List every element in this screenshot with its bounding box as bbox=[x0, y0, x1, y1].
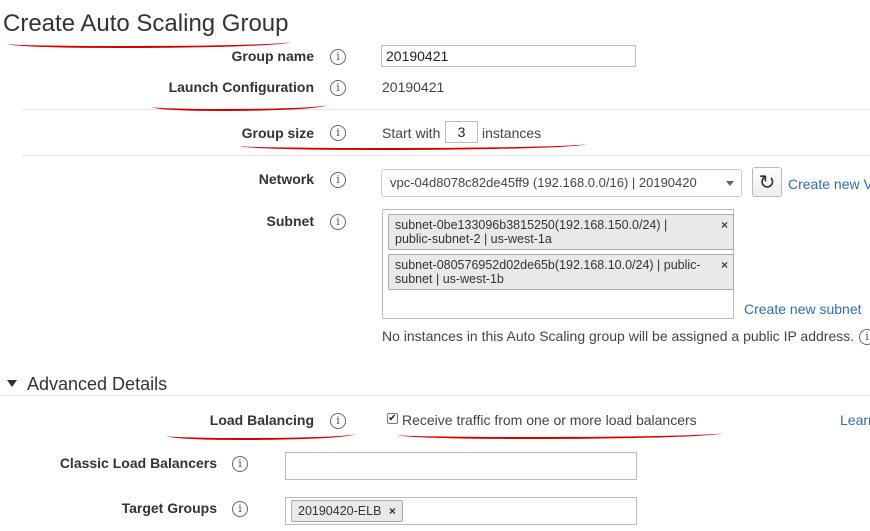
remove-icon[interactable]: × bbox=[389, 504, 396, 518]
subnet-info-icon[interactable]: i bbox=[330, 214, 346, 230]
create-new-subnet-link[interactable]: Create new subnet bbox=[744, 301, 862, 317]
target-group-tag: 20190420-ELB × bbox=[291, 500, 403, 522]
group-size-info-icon[interactable]: i bbox=[330, 125, 346, 141]
divider bbox=[22, 155, 870, 156]
remove-icon[interactable]: × bbox=[721, 258, 728, 272]
chevron-down-icon bbox=[726, 181, 734, 186]
refresh-icon: ↻ bbox=[758, 170, 776, 194]
classic-load-balancers-info-icon[interactable]: i bbox=[232, 456, 248, 472]
subnet-tag-line2: public-subnet-2 | us-west-1a bbox=[395, 232, 552, 246]
load-balancer-checkbox-label[interactable]: Receive traffic from one or more load ba… bbox=[402, 412, 697, 428]
group-size-prefix: Start with bbox=[382, 125, 441, 141]
subnet-multiselect[interactable]: subnet-0be133096b3815250(192.168.150.0/2… bbox=[382, 209, 734, 319]
remove-icon[interactable]: × bbox=[721, 218, 728, 232]
advanced-details-heading[interactable]: Advanced Details bbox=[27, 374, 167, 395]
subnet-tag-line1: subnet-0be133096b3815250(192.168.150.0/2… bbox=[395, 218, 668, 232]
group-name-label: Group name bbox=[231, 48, 314, 64]
group-size-label: Group size bbox=[241, 125, 314, 141]
page-title: Create Auto Scaling Group bbox=[3, 10, 289, 37]
annotation-underline bbox=[240, 140, 586, 150]
group-name-info-icon[interactable]: i bbox=[330, 49, 346, 65]
group-size-suffix: instances bbox=[482, 125, 542, 141]
target-groups-multiselect[interactable]: 20190420-ELB × bbox=[285, 497, 637, 525]
subnet-tag-line2: subnet | us-west-1b bbox=[395, 272, 504, 286]
classic-load-balancers-label: Classic Load Balancers bbox=[59, 455, 217, 471]
launch-configuration-value: 20190421 bbox=[382, 79, 445, 95]
subnet-tag: subnet-0be133096b3815250(192.168.150.0/2… bbox=[388, 214, 734, 250]
subnet-tag-line1: subnet-080576952d02de65b(192.168.10.0/24… bbox=[395, 258, 701, 272]
annotation-underline bbox=[167, 430, 354, 440]
load-balancer-checkbox[interactable]: ✔ bbox=[387, 413, 398, 424]
network-selected-value: vpc-04d8078c82de45ff9 (192.168.0.0/16) |… bbox=[390, 175, 697, 190]
target-groups-label: Target Groups bbox=[121, 500, 217, 516]
network-select[interactable]: vpc-04d8078c82de45ff9 (192.168.0.0/16) |… bbox=[381, 169, 742, 197]
target-groups-info-icon[interactable]: i bbox=[232, 501, 248, 517]
subnet-label: Subnet bbox=[266, 213, 314, 229]
annotation-underline bbox=[398, 431, 722, 439]
classic-load-balancers-input[interactable] bbox=[285, 452, 637, 480]
public-ip-note: No instances in this Auto Scaling group … bbox=[382, 328, 855, 344]
load-balancing-label: Load Balancing bbox=[209, 412, 314, 428]
refresh-button[interactable]: ↻ bbox=[752, 167, 782, 197]
group-name-input[interactable] bbox=[381, 45, 636, 67]
target-group-tag-label: 20190420-ELB bbox=[298, 504, 382, 518]
launch-configuration-label: Launch Configuration bbox=[168, 79, 314, 95]
divider bbox=[0, 395, 870, 396]
learn-more-link[interactable]: Learn bbox=[840, 412, 870, 428]
load-balancing-info-icon[interactable]: i bbox=[330, 413, 346, 429]
launch-configuration-info-icon[interactable]: i bbox=[330, 80, 346, 96]
collapse-triangle-icon[interactable] bbox=[7, 380, 17, 387]
create-new-vpc-link[interactable]: Create new V bbox=[788, 176, 870, 192]
network-info-icon[interactable]: i bbox=[330, 172, 346, 188]
subnet-tag: subnet-080576952d02de65b(192.168.10.0/24… bbox=[388, 254, 734, 290]
network-label: Network bbox=[258, 171, 314, 187]
annotation-underline bbox=[8, 40, 290, 48]
divider bbox=[22, 109, 870, 110]
public-ip-info-icon[interactable]: i bbox=[859, 329, 870, 345]
